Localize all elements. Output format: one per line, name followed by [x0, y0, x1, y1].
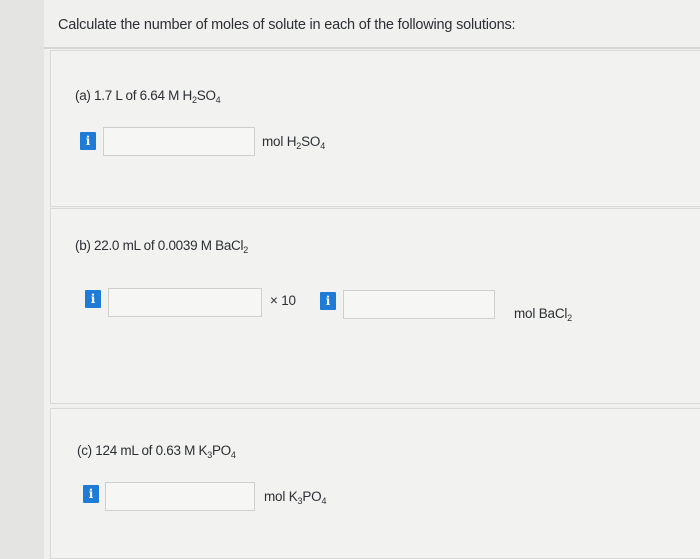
part-a-label: (a) 1.7 L of 6.64 M H2SO4 [75, 88, 221, 105]
answer-input-a[interactable] [103, 127, 255, 156]
divider [44, 47, 700, 49]
coefficient-input-b[interactable] [108, 288, 262, 317]
times-ten-label: × 10 [270, 293, 296, 308]
exponent-input-b[interactable] [343, 290, 495, 319]
part-b-label: (b) 22.0 mL of 0.0039 M BaCl2 [75, 238, 248, 255]
info-icon[interactable]: i [83, 485, 99, 503]
info-icon[interactable]: i [320, 292, 336, 310]
unit-label-b: mol BaCl2 [514, 306, 572, 323]
part-c-label: (c) 124 mL of 0.63 M K3PO4 [77, 443, 236, 460]
info-icon[interactable]: i [80, 132, 96, 150]
question-text: Calculate the number of moles of solute … [58, 17, 516, 33]
unit-label-a: mol H2SO4 [262, 134, 325, 151]
answer-input-c[interactable] [105, 482, 255, 511]
unit-label-c: mol K3PO4 [264, 489, 327, 506]
info-icon[interactable]: i [85, 290, 101, 308]
